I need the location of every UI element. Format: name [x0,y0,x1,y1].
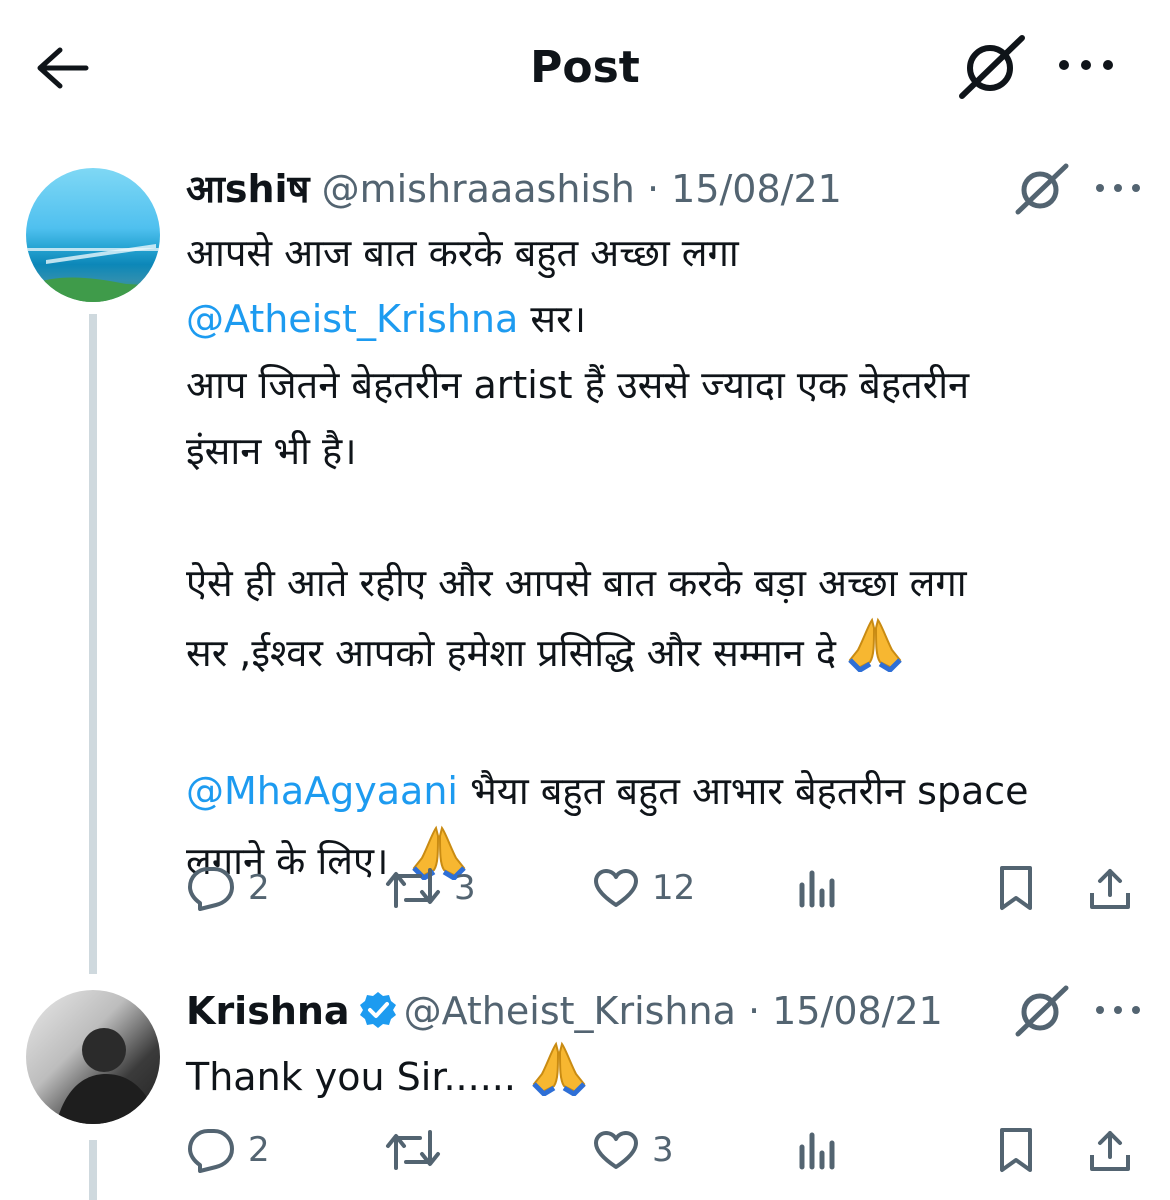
tweet-line: इंसान भी है। [186,429,357,473]
like-icon [592,867,640,909]
reply-icon [186,1127,236,1173]
like-icon [592,1129,640,1171]
post-date[interactable]: 15/08/21 [671,167,842,211]
views-button[interactable] [796,1120,840,1180]
tweet-meta: Krishna @Atheist_Krishna · 15/08/21 [186,986,943,1036]
tweet-line: ऐसे ही आते रहीए और आपसे बात करके बड़ा अच… [186,561,967,605]
reply-icon [186,865,236,911]
thread-line [89,314,97,974]
grok-icon[interactable] [1014,984,1070,1038]
tweet-line: आप जितने बेहतरीन artist हैं उससे ज्यादा … [186,363,970,407]
verified-badge-icon [358,990,398,1042]
share-icon [1088,865,1132,911]
reply-count: 2 [248,1130,270,1170]
top-bar: Post [0,0,1170,130]
tweet-line: @MhaAgyaani भैया बहुत बहुत आभार बेहतरीन … [186,758,1136,824]
bookmark-button[interactable] [996,858,1036,918]
separator-dot: · [646,167,660,211]
tweet-actions: 2 3 12 [186,858,1146,918]
repost-button[interactable] [384,1120,454,1180]
more-icon[interactable] [1094,1000,1142,1020]
tweet-line: @Atheist_Krishna सर। [186,286,1136,352]
reply-count: 2 [248,868,270,908]
mention-link[interactable]: @Atheist_Krishna [186,297,518,341]
more-icon[interactable] [1094,178,1142,198]
tweet-text-segment: सर। [518,297,587,341]
tweet-text-segment: भैया बहुत बहुत आभार बेहतरीन space [457,769,1029,813]
more-icon[interactable] [1056,50,1116,80]
user-handle[interactable]: @mishraaashish [322,167,635,211]
separator-dot: · [747,989,761,1033]
like-count: 3 [652,1130,674,1170]
tweet-line: Thank you Sir...... [186,1040,1136,1116]
grok-icon[interactable] [958,34,1028,100]
user-handle[interactable]: @Atheist_Krishna [404,989,736,1033]
like-button[interactable]: 12 [592,858,695,918]
views-button[interactable] [796,858,840,918]
tweet-text: Thank you Sir...... [186,1040,1136,1116]
tweet-line: सर ,ईश्वर आपको हमेशा प्रसिद्धि और सम्मान… [186,616,1136,692]
folded-hands-emoji [530,1040,588,1116]
tweet-text: आपसे आज बात करके बहुत अच्छा लगा @Atheist… [186,220,1136,900]
post-date[interactable]: 15/08/21 [772,989,943,1033]
share-button[interactable] [1088,1120,1132,1180]
like-button[interactable]: 3 [592,1120,674,1180]
repost-icon [384,1128,442,1172]
folded-hands-emoji [846,616,904,692]
thread-line [89,1140,97,1200]
display-name[interactable]: आshiष [186,167,310,211]
reply-button[interactable]: 2 [186,858,270,918]
repost-count: 3 [454,868,476,908]
reply-button[interactable]: 2 [186,1120,270,1180]
mention-link[interactable]: @MhaAgyaani [186,769,458,813]
avatar[interactable] [26,168,160,302]
share-icon [1088,1127,1132,1173]
bookmark-icon [996,864,1036,912]
tweet-meta: आshiष @mishraaashish · 15/08/21 [186,164,842,214]
tweet-actions: 2 3 [186,1120,1146,1180]
display-name[interactable]: Krishna [186,989,350,1033]
grok-icon[interactable] [1014,162,1070,216]
tweet-text-segment: Thank you Sir...... [186,1055,516,1099]
like-count: 12 [652,868,696,908]
views-icon [796,1129,840,1171]
bookmark-button[interactable] [996,1120,1036,1180]
avatar[interactable] [26,990,160,1124]
bookmark-icon [996,1126,1036,1174]
share-button[interactable] [1088,858,1132,918]
repost-button[interactable]: 3 [384,858,476,918]
views-icon [796,867,840,909]
tweet-text-segment: सर ,ईश्वर आपको हमेशा प्रसिद्धि और सम्मान… [186,631,837,675]
repost-icon [384,866,442,910]
tweet-line: आपसे आज बात करके बहुत अच्छा लगा [186,231,739,275]
